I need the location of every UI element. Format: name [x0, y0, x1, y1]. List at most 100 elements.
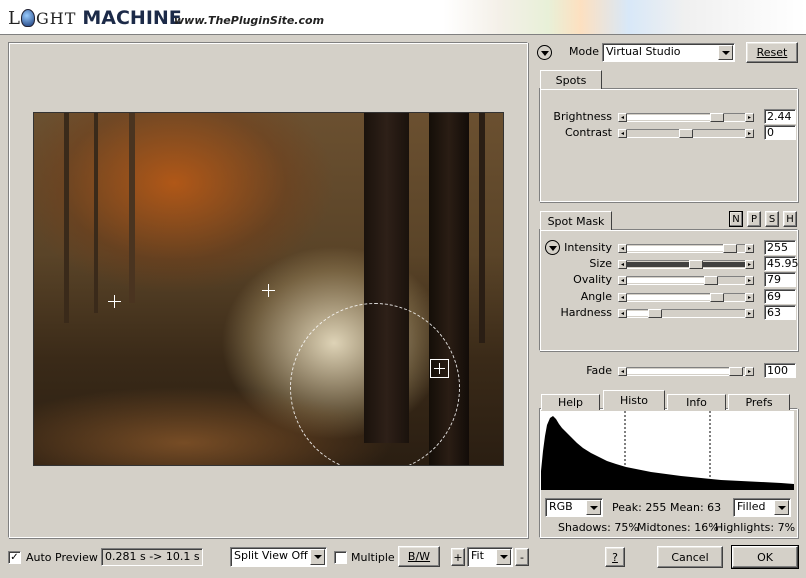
slider-thumb[interactable]: [679, 129, 693, 138]
slider-left-arrow-icon[interactable]: ◂: [618, 129, 627, 138]
slider-right-arrow-icon[interactable]: ▸: [745, 260, 754, 269]
light-spot-marker[interactable]: [108, 295, 121, 308]
slider-track[interactable]: ◂ ▸: [618, 260, 754, 269]
slider-thumb[interactable]: [704, 276, 718, 285]
bw-button[interactable]: B/W: [398, 546, 440, 567]
slider-right-arrow-icon[interactable]: ▸: [745, 276, 754, 285]
zoom-select[interactable]: Fit: [467, 547, 513, 567]
tab-info[interactable]: Info: [667, 394, 726, 410]
chevron-down-icon[interactable]: [310, 549, 325, 565]
tab-spot-mask[interactable]: Spot Mask: [540, 211, 612, 230]
help-button[interactable]: ?: [605, 547, 625, 567]
slider-row: Intensity ◂ ▸ 255: [540, 240, 798, 255]
slider-row: Size ◂ ▸ 45.95: [540, 256, 799, 271]
tab-spots-label: Spots: [555, 73, 587, 87]
slider-value-field[interactable]: 255: [764, 240, 796, 255]
slider-track[interactable]: ◂ ▸: [618, 309, 754, 318]
slider-track[interactable]: ◂ ▸: [618, 244, 754, 253]
auto-preview-label[interactable]: Auto Preview: [26, 551, 98, 564]
slider-left-arrow-icon[interactable]: ◂: [618, 244, 627, 253]
spots-panel: [539, 88, 798, 202]
histogram-style-select[interactable]: Filled: [733, 498, 791, 517]
multiple-checkbox[interactable]: [334, 551, 347, 564]
logo-machine: MACHINE: [82, 7, 182, 29]
slider-row: Contrast ◂ ▸ 0: [540, 125, 798, 140]
slider-right-arrow-icon[interactable]: ▸: [745, 244, 754, 253]
slider-track[interactable]: ◂ ▸: [618, 113, 754, 122]
slider-right-arrow-icon[interactable]: ▸: [745, 367, 754, 376]
slider-row: Angle ◂ ▸ 69: [540, 289, 798, 304]
logo: L GHT MACHINE: [8, 6, 182, 30]
mini-button-s[interactable]: S: [765, 211, 779, 227]
ok-button[interactable]: OK: [731, 545, 799, 569]
tab-help[interactable]: Help: [541, 394, 600, 410]
slider-track[interactable]: ◂ ▸: [618, 129, 754, 138]
slider-left-arrow-icon[interactable]: ◂: [618, 260, 627, 269]
slider-row: Fade ◂ ▸ 100: [540, 363, 798, 378]
slider-right-arrow-icon[interactable]: ▸: [745, 129, 754, 138]
slider-left-arrow-icon[interactable]: ◂: [618, 309, 627, 318]
slider-value-field[interactable]: 2.44: [764, 109, 796, 124]
slider-value-field[interactable]: 69: [764, 289, 796, 304]
split-view-select[interactable]: Split View Off: [230, 547, 327, 567]
chevron-down-icon[interactable]: [496, 549, 511, 565]
timing-readout: 0.281 s -> 10.1 s: [101, 548, 203, 566]
tab-histo[interactable]: Histo: [603, 390, 665, 410]
mode-select[interactable]: Virtual Studio: [602, 43, 735, 62]
slider-track[interactable]: ◂ ▸: [618, 367, 754, 376]
mode-menu-button[interactable]: [537, 45, 552, 60]
slider-label: Fade: [586, 364, 612, 377]
slider-left-arrow-icon[interactable]: ◂: [618, 293, 627, 302]
slider-track[interactable]: ◂ ▸: [618, 276, 754, 285]
slider-thumb[interactable]: [689, 260, 703, 269]
chevron-down-icon[interactable]: [586, 500, 601, 515]
slider-value-field[interactable]: 79: [764, 272, 796, 287]
spot-mask-ellipse[interactable]: [290, 303, 460, 465]
tab-spots[interactable]: Spots: [540, 70, 602, 89]
chevron-down-icon[interactable]: [774, 500, 789, 515]
slider-right-arrow-icon[interactable]: ▸: [745, 293, 754, 302]
slider-value-field[interactable]: 45.95: [764, 256, 799, 271]
mini-button-h[interactable]: H: [783, 211, 797, 227]
slider-label: Angle: [580, 290, 612, 303]
slider-track[interactable]: ◂ ▸: [618, 293, 754, 302]
auto-preview-checkbox[interactable]: ✓: [8, 551, 21, 564]
slider-right-arrow-icon[interactable]: ▸: [745, 113, 754, 122]
zoom-value: Fit: [471, 549, 484, 562]
slider-thumb[interactable]: [648, 309, 662, 318]
reset-button[interactable]: Reset: [746, 42, 798, 63]
tab-prefs[interactable]: Prefs: [728, 394, 790, 410]
slider-right-arrow-icon[interactable]: ▸: [745, 309, 754, 318]
slider-label: Size: [589, 257, 612, 270]
zoom-in-button[interactable]: +: [451, 548, 465, 566]
slider-fill: [627, 278, 714, 283]
mini-button-n[interactable]: N: [729, 211, 743, 227]
histogram-mean: Mean: 63: [670, 501, 722, 514]
slider-left-arrow-icon[interactable]: ◂: [618, 113, 627, 122]
slider-thumb[interactable]: [710, 293, 724, 302]
cancel-button[interactable]: Cancel: [657, 546, 723, 568]
slider-value-field[interactable]: 63: [764, 305, 796, 320]
mini-button-p[interactable]: P: [747, 211, 761, 227]
midtones-stat: Midtones: 16%: [637, 521, 719, 534]
slider-thumb[interactable]: [729, 367, 743, 376]
chevron-down-icon[interactable]: [718, 45, 733, 60]
light-spot-marker[interactable]: [262, 284, 275, 297]
slider-thumb[interactable]: [710, 113, 724, 122]
slider-label: Hardness: [560, 306, 612, 319]
slider-value-field[interactable]: 100: [764, 363, 796, 378]
slider-label: Intensity: [564, 241, 612, 254]
zoom-out-button[interactable]: -: [515, 548, 529, 566]
slider-fill: [627, 246, 736, 251]
tab-spot-mask-label: Spot Mask: [547, 214, 605, 228]
preview-image[interactable]: [33, 112, 504, 466]
slider-value-field[interactable]: 0: [764, 125, 796, 140]
channel-select-value: RGB: [549, 500, 573, 513]
slider-thumb[interactable]: [723, 244, 737, 253]
slider-left-arrow-icon[interactable]: ◂: [618, 276, 627, 285]
multiple-label[interactable]: Multiple: [351, 551, 395, 564]
highlights-stat: Highlights: 7%: [715, 521, 796, 534]
selected-spot-marker[interactable]: [430, 359, 449, 378]
slider-left-arrow-icon[interactable]: ◂: [618, 367, 627, 376]
channel-select[interactable]: RGB: [545, 498, 603, 517]
